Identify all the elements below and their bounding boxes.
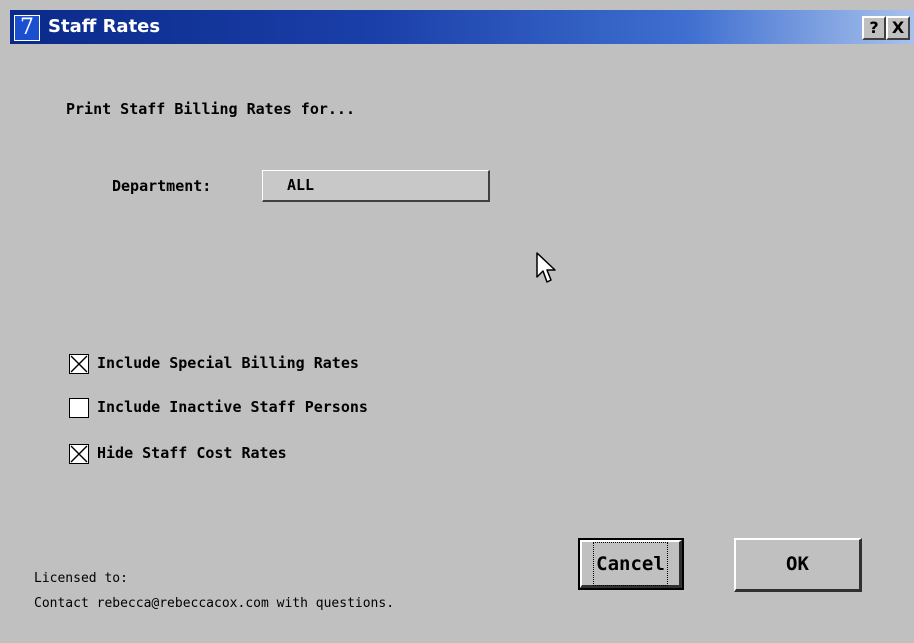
close-button[interactable]: X xyxy=(886,16,910,40)
checkbox-label[interactable]: Include Inactive Staff Persons xyxy=(97,398,368,416)
arrow-cursor-icon xyxy=(536,252,558,290)
ok-button-label: OK xyxy=(786,553,809,575)
app-icon[interactable]: 7 xyxy=(14,15,40,41)
license-line-2: Contact rebecca@rebeccacox.com with ques… xyxy=(34,596,395,611)
cancel-button-label: Cancel xyxy=(593,542,668,586)
checkbox-label[interactable]: Hide Staff Cost Rates xyxy=(97,444,287,462)
checkbox-label[interactable]: Include Special Billing Rates xyxy=(97,354,359,372)
checkbox-x-icon xyxy=(70,355,88,373)
dialog-heading: Print Staff Billing Rates for... xyxy=(66,100,355,118)
checkbox-special-billing[interactable] xyxy=(69,354,89,374)
close-icon: X xyxy=(891,18,905,37)
staff-rates-window: 7 Staff Rates ? X Print Staff Billing Ra… xyxy=(0,0,914,643)
title-bar[interactable]: 7 Staff Rates ? X xyxy=(10,10,914,44)
help-icon: ? xyxy=(869,18,879,37)
cancel-button[interactable]: Cancel xyxy=(578,538,684,590)
window-title: Staff Rates xyxy=(48,16,161,37)
department-popup[interactable]: ALL xyxy=(262,170,490,202)
checkbox-hide-cost-rates[interactable] xyxy=(69,444,89,464)
ok-button[interactable]: OK xyxy=(734,538,862,592)
checkbox-inactive-staff[interactable] xyxy=(69,398,89,418)
help-button[interactable]: ? xyxy=(862,16,886,40)
department-label: Department: xyxy=(112,177,212,195)
checkbox-x-icon xyxy=(70,445,88,463)
license-line-1: Licensed to: xyxy=(34,571,128,586)
department-value: ALL xyxy=(287,176,315,194)
